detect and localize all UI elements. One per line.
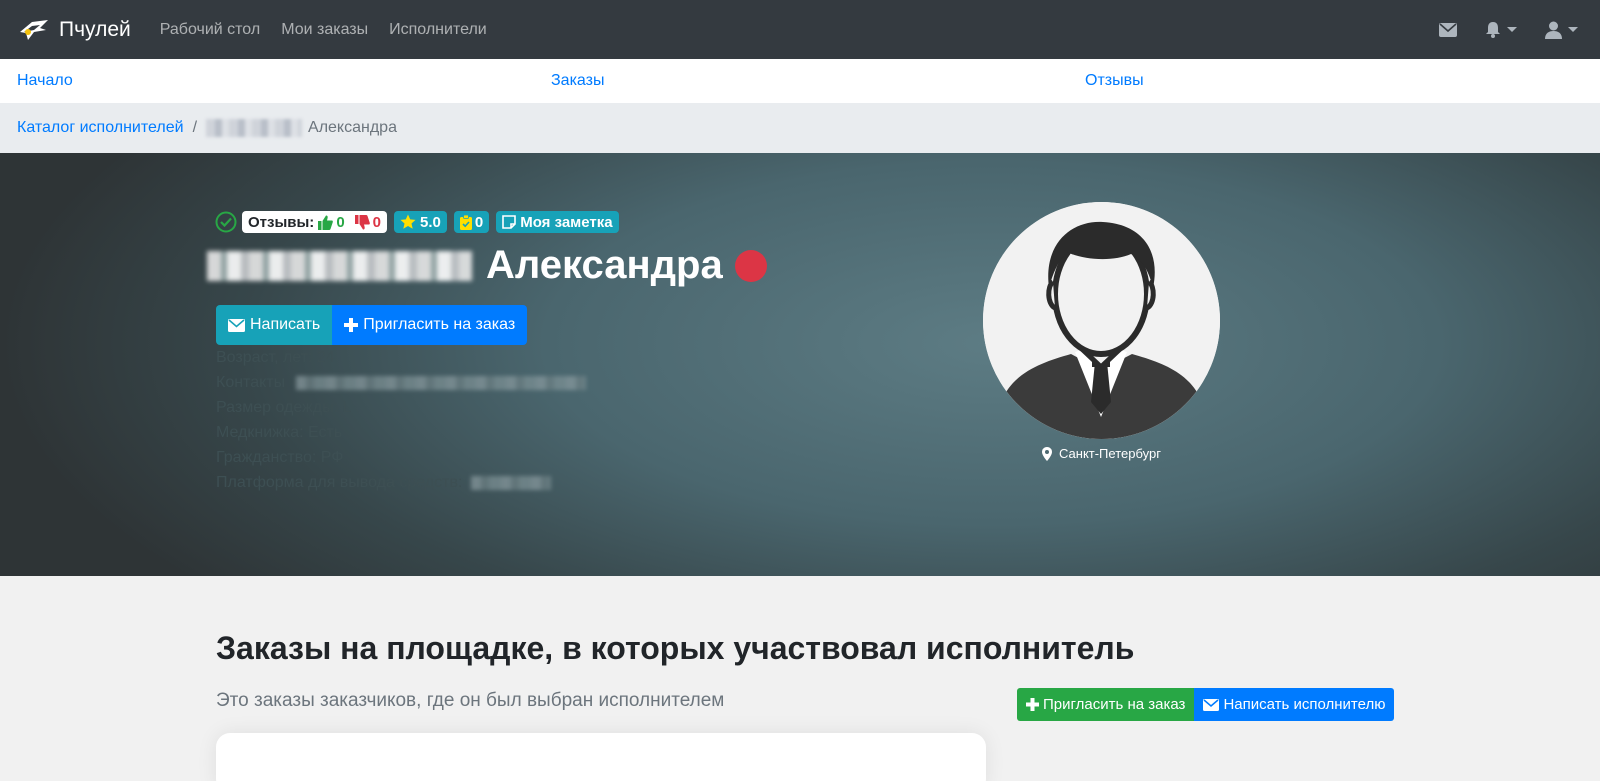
city-label: Санкт-Петербург xyxy=(1059,446,1161,461)
profile-subnav: Начало Заказы Отзывы xyxy=(0,59,1600,103)
messages-button[interactable] xyxy=(1439,22,1457,37)
age-line: Возраст, лет: 24 xyxy=(216,349,335,366)
payout-platform-label: Платформа для вывода средств: xyxy=(216,474,463,491)
clothes-size-line: Размер одежды: L xyxy=(216,399,352,416)
message-performer-label: Написать исполнителю xyxy=(1223,696,1386,713)
chevron-down-icon xyxy=(1568,27,1578,32)
orders-card xyxy=(216,733,986,781)
bell-icon xyxy=(1486,22,1500,38)
plus-icon xyxy=(344,318,359,332)
breadcrumb-catalog-link[interactable]: Каталог исполнителей xyxy=(17,119,184,137)
top-navbar: Пчулей Рабочий стол Мои заказы Исполните… xyxy=(0,0,1600,59)
contacts-line: Контакты xyxy=(216,370,586,395)
reviews-badge[interactable]: Отзывы: 0 0 xyxy=(242,211,387,233)
notifications-dropdown[interactable] xyxy=(1485,21,1517,38)
tab-start[interactable]: Начало xyxy=(17,72,73,90)
envelope-icon xyxy=(228,318,245,332)
map-marker-icon xyxy=(1042,446,1052,461)
rating-value: 5.0 xyxy=(420,213,441,231)
dislikes-count: 0 xyxy=(372,213,381,231)
invite-button-label: Пригласить на заказ xyxy=(363,316,516,333)
thumbs-up-icon xyxy=(318,215,334,230)
user-icon xyxy=(1545,21,1562,39)
message-performer-button[interactable]: Написать исполнителю xyxy=(1194,688,1395,721)
section-invite-button[interactable]: Пригласить на заказ xyxy=(1017,688,1195,721)
my-note-badge[interactable]: Моя заметка xyxy=(496,211,619,233)
likes-count: 0 xyxy=(336,213,345,231)
med-book-line: Медкнижка: Есть xyxy=(216,424,343,441)
write-button-label: Написать xyxy=(250,316,321,333)
redacted-surname xyxy=(206,119,303,137)
tab-reviews[interactable]: Отзывы xyxy=(1085,72,1144,90)
brand[interactable]: Пчулей xyxy=(18,18,131,42)
payout-platform-line: Платформа для вывода средств: xyxy=(216,470,586,495)
verified-check-icon xyxy=(215,211,237,233)
location: Санкт-Петербург xyxy=(1042,446,1161,461)
note-icon xyxy=(502,215,517,229)
tasks-count: 0 xyxy=(474,213,484,231)
profile-info-list: Возраст, лет: 24 Контакты Размер одежды:… xyxy=(216,345,586,495)
nav-link-performers[interactable]: Исполнители xyxy=(389,21,487,39)
redacted-surname xyxy=(207,250,472,281)
contacts-label: Контакты xyxy=(216,374,286,391)
brand-name: Пчулей xyxy=(59,17,131,41)
my-note-label: Моя заметка xyxy=(520,213,613,231)
citizenship-line: Гражданство: РФ xyxy=(216,449,344,466)
rating-badge: 5.0 xyxy=(394,211,447,233)
redacted-contacts xyxy=(295,375,586,390)
thumbs-down-icon xyxy=(354,214,370,229)
reviews-label: Отзывы: xyxy=(248,213,315,231)
bee-logo-icon xyxy=(20,19,48,40)
redacted-platform xyxy=(470,475,551,490)
write-button[interactable]: Написать xyxy=(216,305,333,345)
envelope-icon xyxy=(1439,22,1457,37)
person-silhouette-icon xyxy=(983,202,1220,439)
section-invite-label: Пригласить на заказ xyxy=(1043,696,1186,713)
nav-link-dashboard[interactable]: Рабочий стол xyxy=(160,21,260,39)
chevron-down-icon xyxy=(1507,27,1517,32)
tab-orders[interactable]: Заказы xyxy=(551,72,604,90)
section-subtitle: Это заказы заказчиков, где он был выбран… xyxy=(216,690,725,711)
status-indicator xyxy=(734,249,767,282)
invite-to-order-button[interactable]: Пригласить на заказ xyxy=(332,305,528,345)
breadcrumb-current: Александра xyxy=(308,119,397,136)
breadcrumb: Каталог исполнителей / Александра xyxy=(0,103,1600,153)
clipboard-check-icon xyxy=(459,214,472,230)
avatar xyxy=(983,202,1220,439)
breadcrumb-separator: / xyxy=(192,119,198,136)
plus-icon xyxy=(1026,698,1039,711)
envelope-icon xyxy=(1203,698,1220,711)
user-menu-dropdown[interactable] xyxy=(1545,21,1578,39)
section-title: Заказы на площадке, в которых участвовал… xyxy=(216,630,1135,666)
profile-hero: Отзывы: 0 0 5.0 0 Моя заметка Александра… xyxy=(0,153,1600,576)
nav-link-my-orders[interactable]: Мои заказы xyxy=(281,21,368,39)
star-icon xyxy=(400,214,416,229)
tasks-badge: 0 xyxy=(453,211,490,233)
performer-name: Александра xyxy=(486,243,723,287)
